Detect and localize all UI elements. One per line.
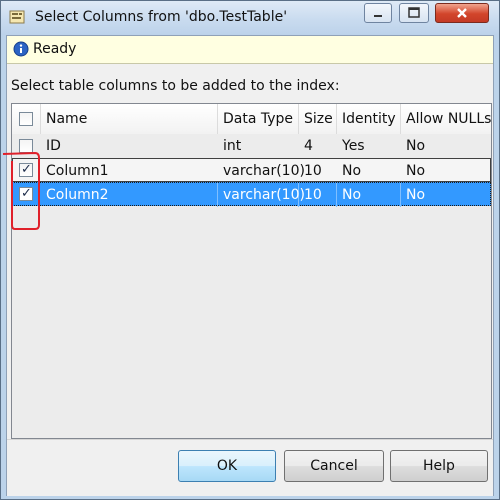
column-header-data-type[interactable]: Data Type (218, 104, 299, 134)
cell-identity: Yes (342, 138, 365, 154)
grid-header: Name Data Type Size Identity Allow NULLs (12, 104, 491, 135)
status-bar: Ready (7, 36, 493, 64)
cell-data-type: varchar(10) (218, 183, 305, 207)
cancel-button[interactable]: Cancel (284, 450, 384, 482)
maximize-button[interactable] (399, 3, 429, 23)
select-all-checkbox[interactable] (19, 112, 33, 126)
select-columns-dialog: Select Columns from 'dbo.TestTable' Read… (0, 0, 500, 500)
app-icon (9, 9, 25, 25)
instruction-label: Select table columns to be added to the … (11, 78, 340, 94)
status-text: Ready (33, 41, 77, 57)
cell-name: ID (46, 138, 61, 154)
cell-size: 4 (304, 138, 313, 154)
table-row[interactable]: ✓ Column1 varchar(10) 10 No No (12, 158, 491, 182)
cell-name: Column2 (41, 183, 218, 207)
cell-size: 10 (304, 163, 322, 179)
column-header-allow-nulls[interactable]: Allow NULLs (401, 104, 491, 134)
cell-data-type: varchar(10) (223, 163, 305, 179)
window-title: Select Columns from 'dbo.TestTable' (35, 9, 288, 25)
help-button[interactable]: Help (390, 450, 488, 482)
cell-allow-nulls: No (406, 187, 426, 203)
cell-name: Column1 (46, 163, 109, 179)
column-header-identity[interactable]: Identity (337, 104, 401, 134)
columns-grid[interactable]: Name Data Type Size Identity Allow NULLs… (11, 103, 492, 439)
ok-button[interactable]: OK (178, 450, 276, 482)
cell-identity: No (337, 183, 401, 207)
maximize-icon (407, 4, 421, 23)
cell-allow-nulls: No (406, 138, 426, 154)
info-icon (13, 41, 29, 57)
title-bar[interactable]: Select Columns from 'dbo.TestTable' (1, 1, 499, 35)
table-row[interactable]: ID int 4 Yes No (12, 134, 491, 158)
close-icon (455, 4, 469, 23)
cell-identity: No (342, 163, 362, 179)
minimize-icon (372, 4, 384, 23)
cell-size: 10 (299, 183, 337, 207)
column-header-size[interactable]: Size (299, 104, 337, 134)
header-checkbox-cell[interactable] (12, 104, 41, 134)
cell-allow-nulls: No (406, 163, 426, 179)
cell-data-type: int (223, 138, 242, 154)
close-button[interactable] (435, 3, 489, 23)
table-row-selected[interactable]: ✓ Column2 varchar(10) 10 No No (12, 182, 491, 207)
dialog-body: Ready Select table columns to be added t… (6, 35, 494, 496)
highlight-annotation (2, 151, 40, 230)
minimize-button[interactable] (364, 3, 392, 23)
column-header-name[interactable]: Name (41, 104, 218, 134)
